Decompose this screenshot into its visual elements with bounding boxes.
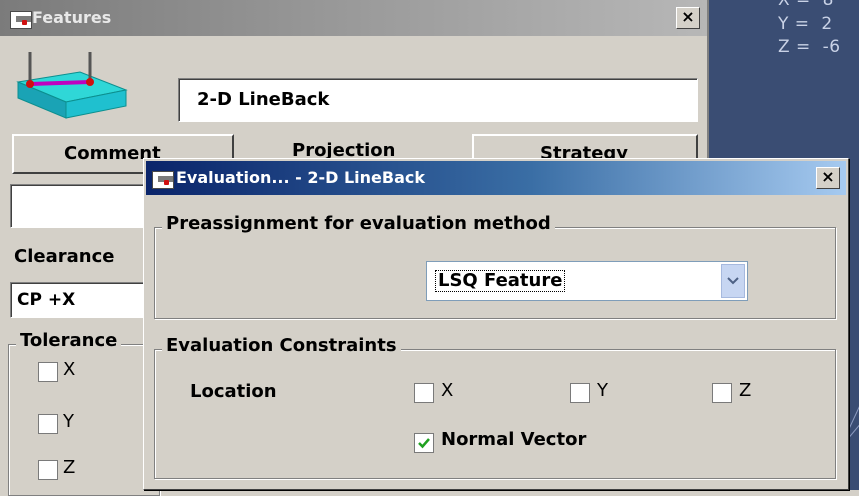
clearance-label: Clearance xyxy=(14,246,115,267)
close-icon[interactable]: × xyxy=(816,167,840,189)
tolerance-y-label: Y xyxy=(63,411,74,432)
app-logo-icon xyxy=(10,11,32,29)
dropdown-chevron-icon[interactable] xyxy=(721,264,745,298)
clearance-field[interactable]: CP +X xyxy=(10,282,150,318)
location-label: Location xyxy=(190,381,277,402)
tolerance-x-label: X xyxy=(63,359,76,380)
feature-line-icon xyxy=(16,52,128,119)
feature-name-field[interactable]: 2-D LineBack xyxy=(178,78,698,122)
tolerance-group xyxy=(8,344,160,496)
location-y-label: Y xyxy=(597,380,608,401)
constraints-group-title: Evaluation Constraints xyxy=(162,335,401,356)
location-y-checkbox[interactable] xyxy=(570,383,590,403)
normal-vector-checkbox[interactable] xyxy=(414,433,434,453)
features-titlebar[interactable]: Features × xyxy=(0,0,707,36)
coord-y-readout: Y = 2 xyxy=(778,14,833,34)
comment-field[interactable] xyxy=(10,184,150,228)
evaluation-method-select[interactable]: LSQ Feature xyxy=(426,261,748,301)
location-x-label: X xyxy=(441,380,454,401)
evaluation-method-value: LSQ Feature xyxy=(435,270,566,292)
normal-vector-label: Normal Vector xyxy=(441,429,587,450)
evaluation-dialog: Evaluation... - 2-D LineBack × Preassign… xyxy=(143,158,849,490)
tolerance-z-label: Z xyxy=(63,457,76,478)
location-z-label: Z xyxy=(739,380,752,401)
tolerance-y-checkbox[interactable] xyxy=(38,414,58,434)
location-z-checkbox[interactable] xyxy=(712,383,732,403)
constraints-group xyxy=(154,349,836,479)
location-x-checkbox[interactable] xyxy=(414,383,434,403)
preassignment-group-title: Preassignment for evaluation method xyxy=(162,213,555,234)
evaluation-titlebar[interactable]: Evaluation... - 2-D LineBack × xyxy=(146,161,846,195)
evaluation-title: Evaluation... - 2-D LineBack xyxy=(176,168,426,187)
clearance-value: CP +X xyxy=(17,290,76,310)
coord-x-readout: X = 8 xyxy=(778,0,834,10)
coord-z-readout: Z = -6 xyxy=(778,37,841,57)
tolerance-x-checkbox[interactable] xyxy=(38,362,58,382)
tolerance-z-checkbox[interactable] xyxy=(38,460,58,480)
tolerance-group-title: Tolerance xyxy=(16,330,122,351)
feature-name-value: 2-D LineBack xyxy=(197,89,330,110)
features-title: Features xyxy=(32,8,112,27)
app-logo-icon xyxy=(152,171,174,189)
checkmark-icon xyxy=(418,438,430,449)
close-icon[interactable]: × xyxy=(676,7,700,29)
